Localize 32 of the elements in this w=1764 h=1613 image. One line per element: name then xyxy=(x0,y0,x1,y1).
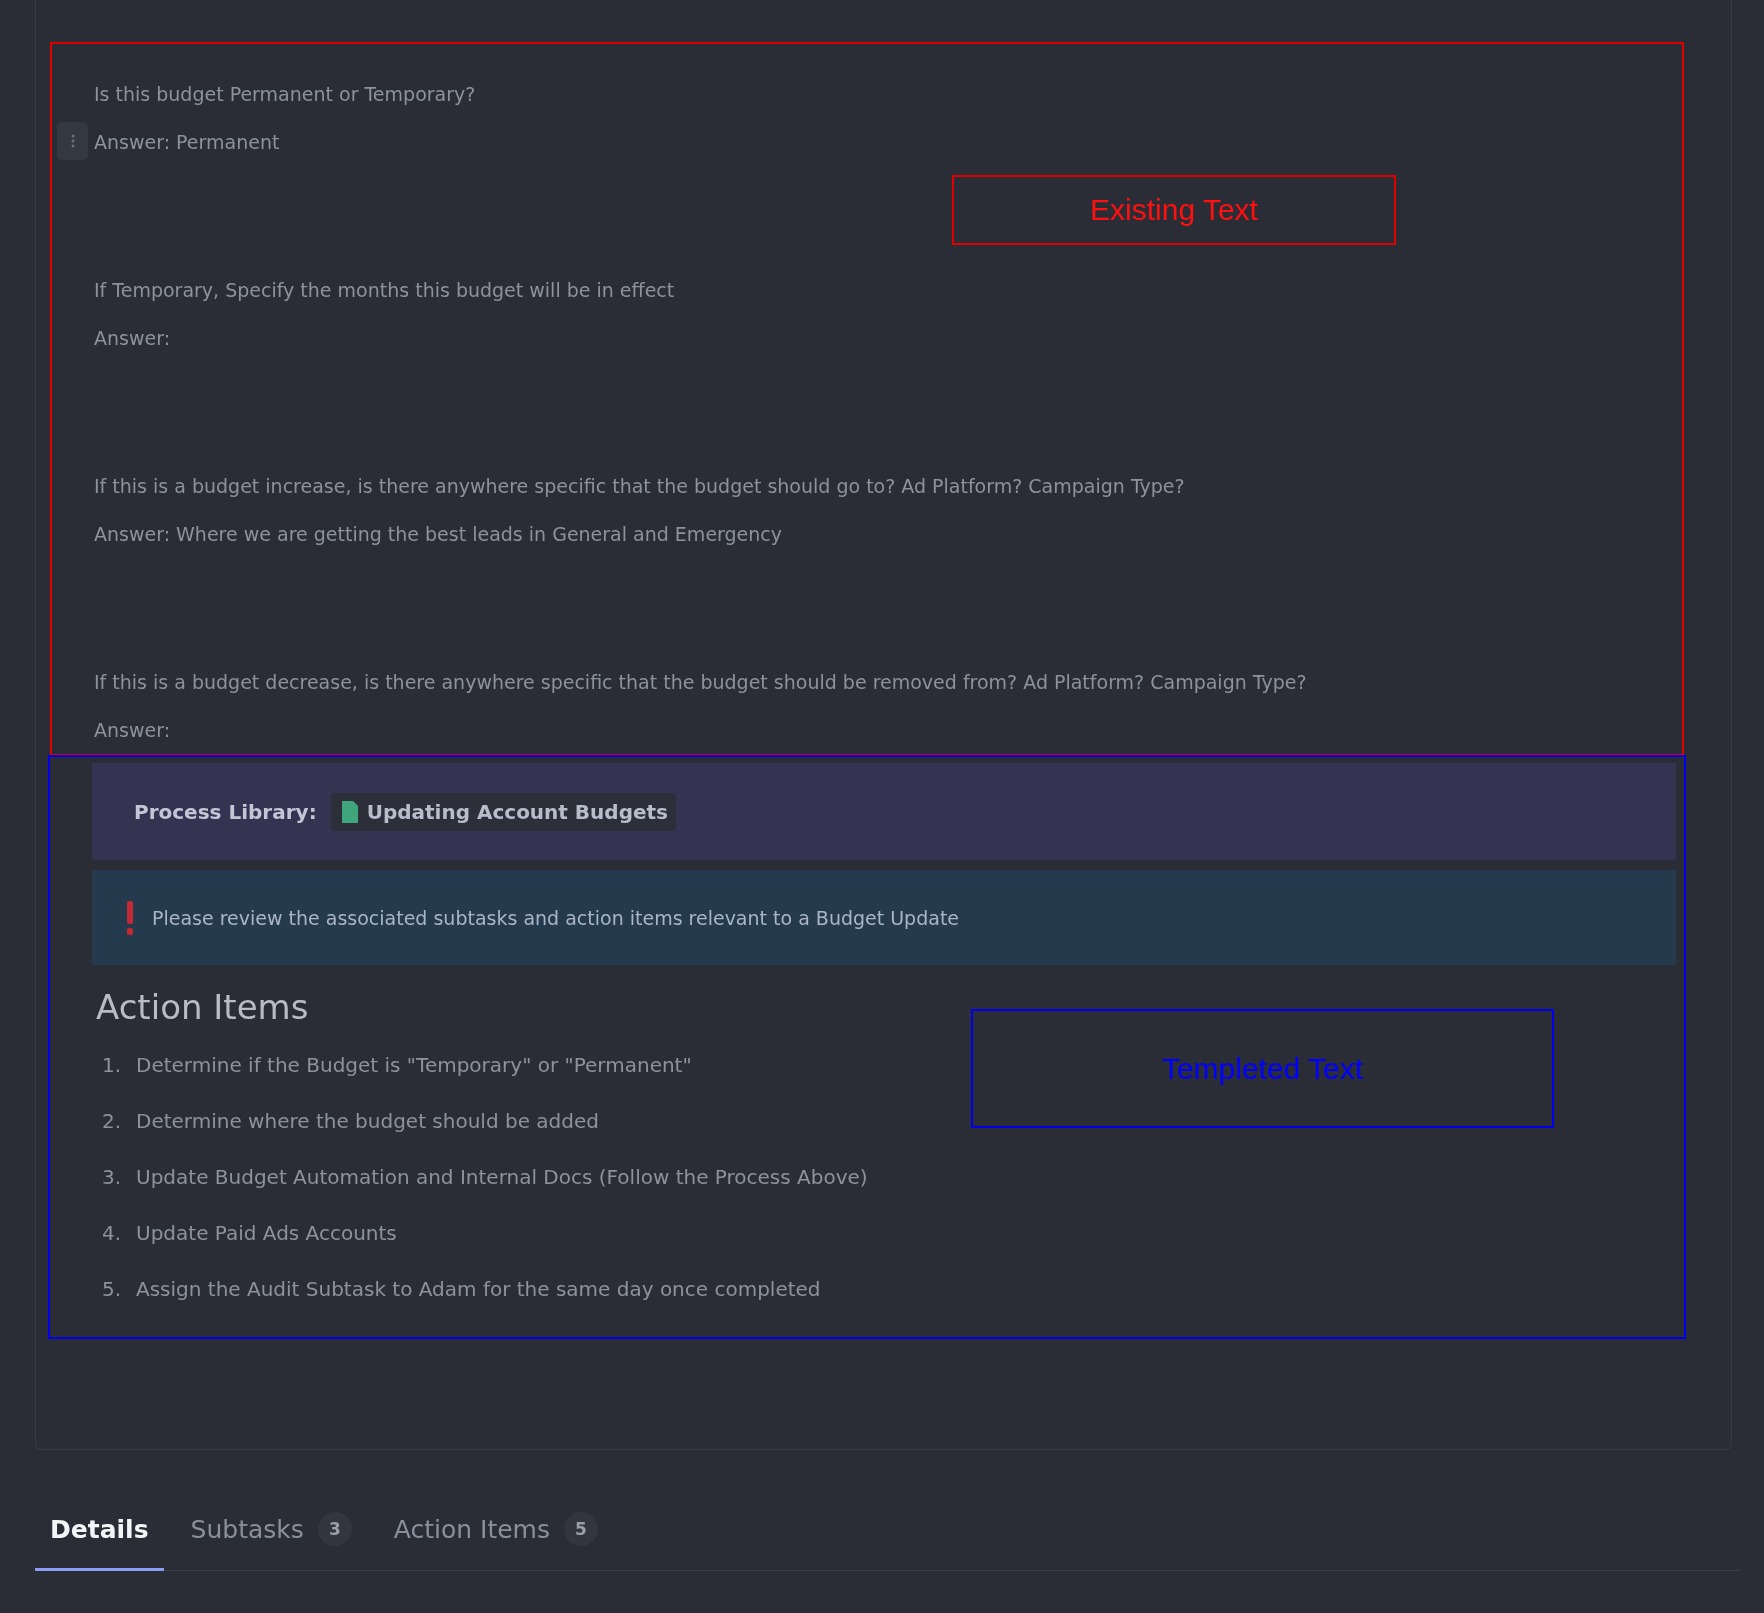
list-item-text: Update Paid Ads Accounts xyxy=(136,1221,397,1245)
exclamation-icon xyxy=(126,900,134,935)
list-item-text: Update Budget Automation and Internal Docs (Follow the Process Above) xyxy=(136,1165,868,1189)
banner-label: Process Library: xyxy=(134,799,317,824)
drag-handle[interactable] xyxy=(57,122,88,160)
annotation-label: Templeted Text xyxy=(971,1009,1554,1128)
notice-text: Please review the associated subtasks and action items relevant to a Budget Update xyxy=(152,906,960,929)
page-link[interactable]: Updating Account Budgets xyxy=(330,792,677,831)
question-text: Is this budget Permanent or Temporary? xyxy=(94,83,476,105)
list-number: 3. xyxy=(102,1165,123,1189)
list-number: 2. xyxy=(102,1109,123,1133)
answer-text: Answer: Where we are getting the best leads in General and Emergency xyxy=(94,523,783,545)
question-text: If this is a budget increase, is there anywhere specific that the budget should go to? Ad Platform? Campaign Type? xyxy=(94,475,1185,497)
question-text: If this is a budget decrease, is there anywhere specific that the budget should be removed from? Ad Platform? Campaign Type? xyxy=(94,671,1307,693)
count-badge: 5 xyxy=(564,1512,598,1546)
tab[interactable]: Details xyxy=(35,1498,164,1571)
tab[interactable]: Action Items 5 xyxy=(378,1498,613,1571)
section-heading: Action Items xyxy=(96,987,310,1027)
list-number: 4. xyxy=(102,1221,123,1245)
list-item-text: Determine if the Budget is "Temporary" or "Permanent" xyxy=(136,1053,692,1077)
answer-text: Answer: xyxy=(94,719,171,741)
list-item-text: Determine where the budget should be added xyxy=(136,1109,599,1133)
answer-text: Answer: xyxy=(94,327,171,349)
list-item-text: Assign the Audit Subtask to Adam for the same day once completed xyxy=(136,1277,821,1301)
count-badge: 3 xyxy=(317,1512,352,1546)
annotation-label: Existing Text xyxy=(952,175,1396,245)
answer-text: Answer: Permanent xyxy=(94,131,280,153)
grip-icon xyxy=(70,134,75,148)
list-number: 5. xyxy=(102,1277,123,1301)
tab[interactable]: Subtasks 3 xyxy=(175,1498,367,1571)
question-text: If Temporary, Specify the months this budget will be in effect xyxy=(94,279,675,301)
list-number: 1. xyxy=(102,1053,123,1077)
